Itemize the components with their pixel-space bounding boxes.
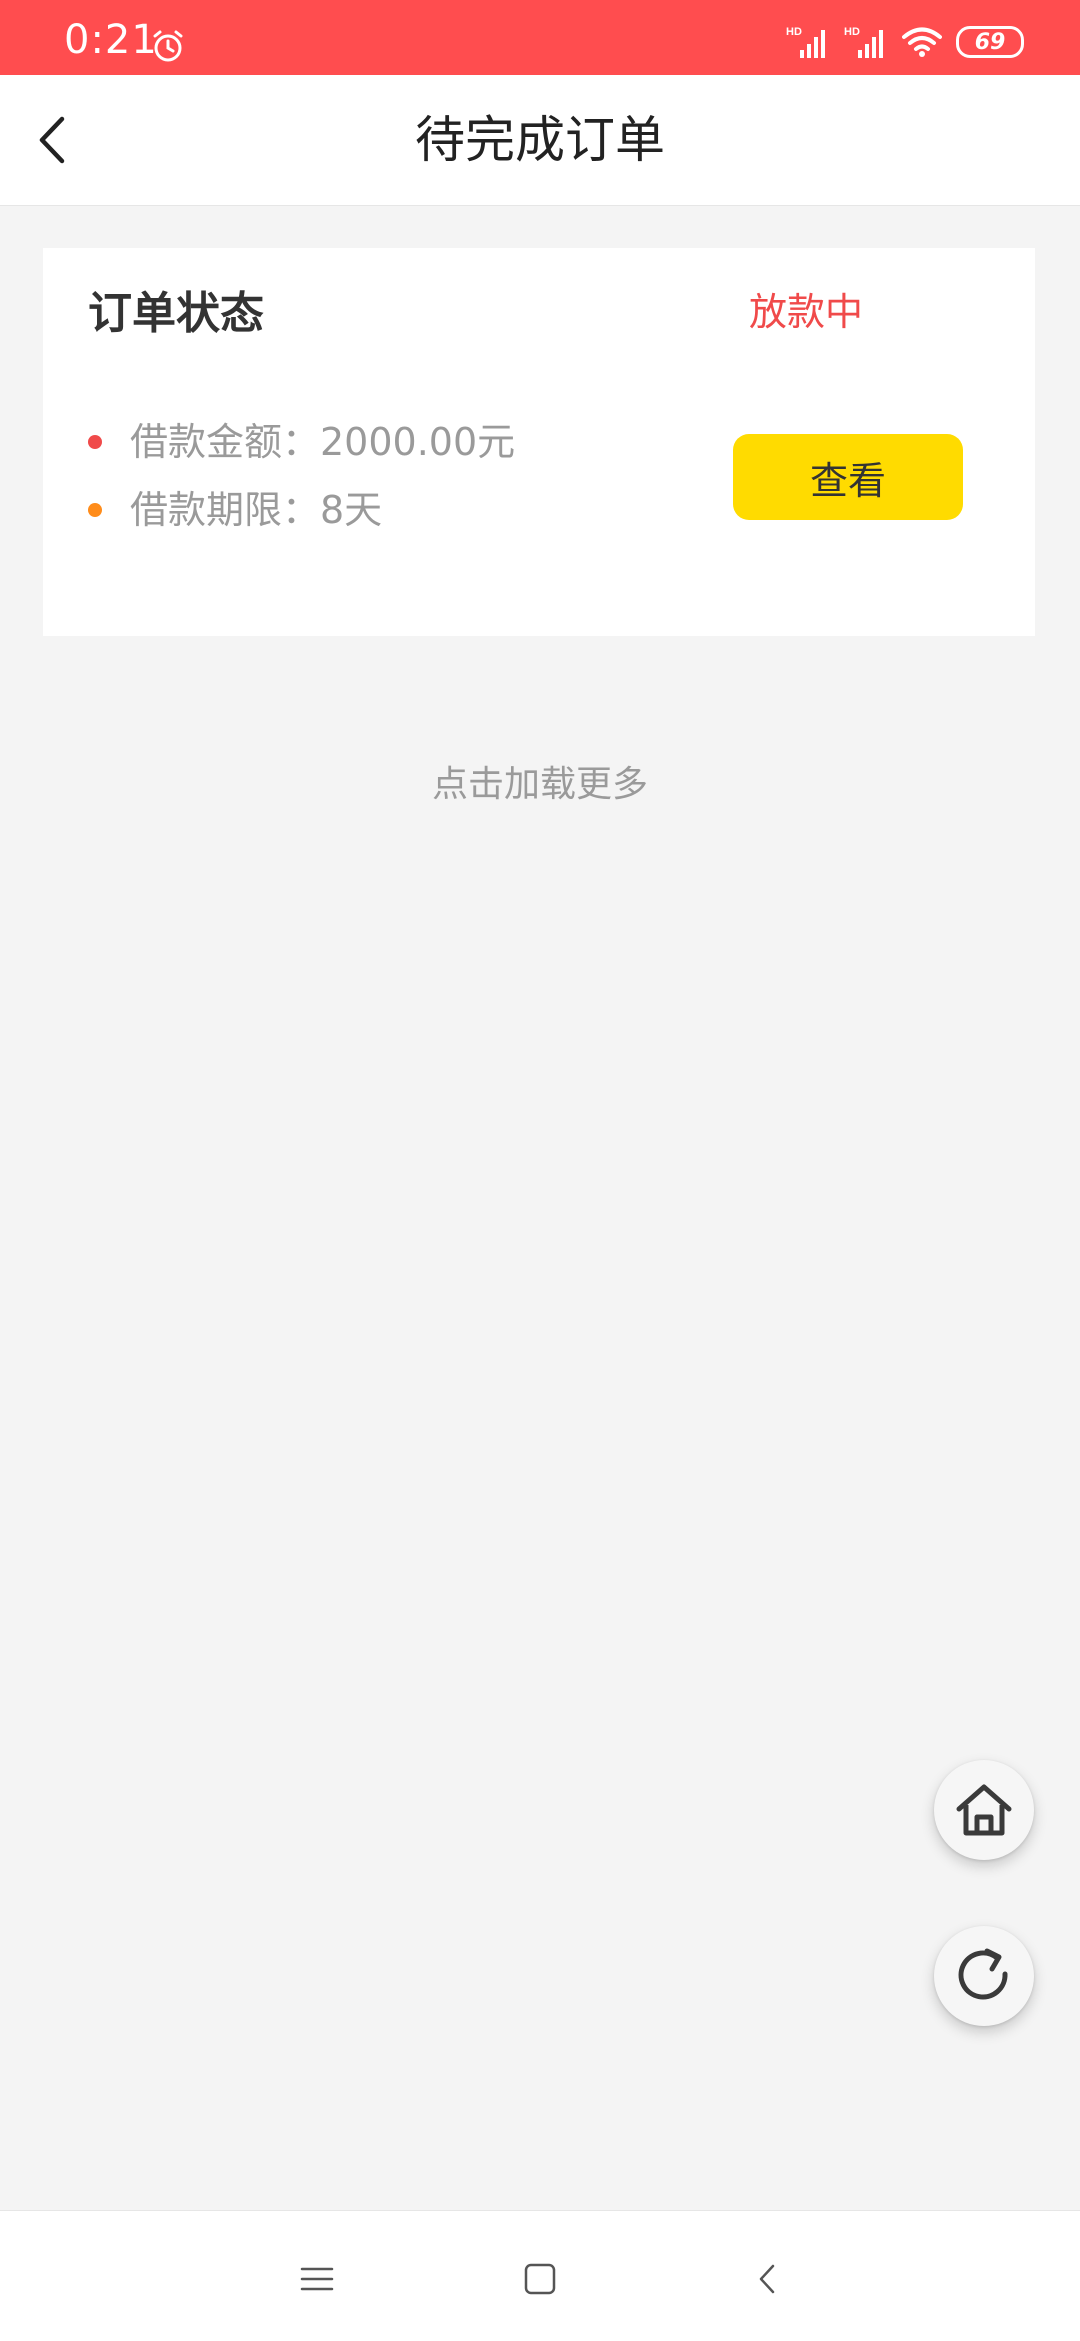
hd-signal-icon: HD: [844, 26, 883, 58]
loan-term-row: 借款期限：8天: [88, 482, 382, 538]
order-status-label: 订单状态: [88, 288, 264, 339]
nav-back-button[interactable]: [740, 2251, 796, 2307]
loan-amount-row: 借款金额：2000.00元: [88, 414, 515, 470]
home-icon: [956, 1784, 1012, 1836]
menu-icon: [300, 2267, 334, 2291]
status-time: 0:21: [64, 17, 158, 63]
nav-home-button[interactable]: [512, 2251, 568, 2307]
system-nav-bar: [0, 2210, 1080, 2341]
orange-dot: [88, 503, 102, 517]
order-card: 订单状态 放款中 借款金额：2000.00元 借款期限：8天 查看: [43, 248, 1035, 636]
status-bar: 0:21 HD HD 69: [0, 0, 1080, 75]
load-more-link[interactable]: 点击加载更多: [0, 755, 1080, 807]
svg-text:HD: HD: [844, 26, 860, 38]
status-icons: HD HD 69: [786, 22, 1024, 62]
svg-text:HD: HD: [786, 26, 802, 38]
home-square-icon: [524, 2263, 556, 2295]
nav-menu-button[interactable]: [289, 2251, 345, 2307]
view-button[interactable]: 查看: [733, 434, 963, 520]
alarm-icon: [153, 30, 183, 62]
refresh-fab[interactable]: [934, 1926, 1034, 2026]
battery-level: 69: [974, 29, 1006, 55]
header: 待完成订单: [0, 75, 1080, 206]
page-title: 待完成订单: [415, 111, 665, 169]
red-dot: [88, 435, 102, 449]
loan-term-text: 借款期限：8天: [130, 488, 383, 532]
home-fab[interactable]: [934, 1760, 1034, 1860]
battery-icon: 69: [956, 26, 1024, 58]
wifi-icon: [902, 27, 942, 57]
order-status-value: 放款中: [749, 290, 864, 334]
refresh-icon: [958, 1948, 1008, 2000]
hd-signal-icon: HD: [786, 26, 825, 58]
back-icon: [759, 2264, 775, 2294]
loan-amount-text: 借款金额：2000.00元: [130, 420, 516, 464]
